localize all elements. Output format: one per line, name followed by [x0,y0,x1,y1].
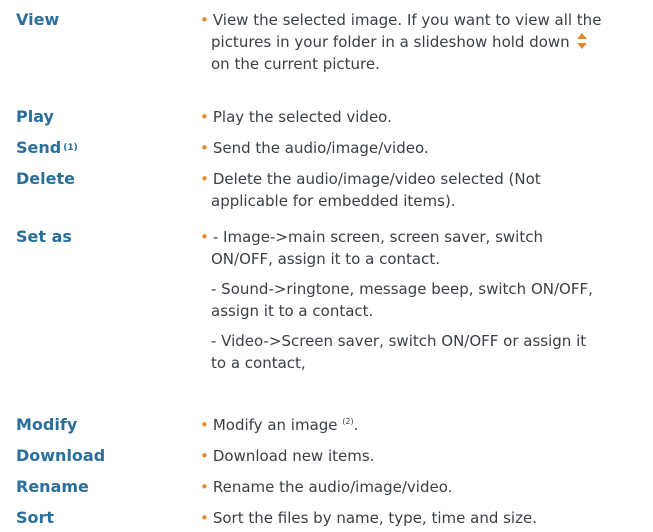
desc-delete: • Delete the audio/image/video selected (… [200,170,541,210]
term-set-as: Set as [16,227,72,246]
desc-rename: • Rename the audio/image/video. [200,478,453,496]
term-send: Send (1) [16,138,78,157]
footnote-ref: (2) [342,417,354,426]
desc-sort: • Sort the files by name, type, time and … [200,509,537,527]
term-rename: Rename [16,477,89,496]
desc-modify: • Modify an image (2). [200,416,359,434]
term-download: Download [16,446,106,465]
desc-set-as: • - Image->main screen, screen saver, swi… [200,228,593,372]
term-view: View [16,10,60,29]
desc-send: • Send the audio/image/video. [200,139,429,157]
term-delete: Delete [16,169,75,188]
desc-view: • View the selected image. If you want to… [200,11,602,73]
footnote-ref: (1) [63,143,78,153]
desc-download: • Download new items. [200,447,375,465]
desc-play: • Play the selected video. [200,108,392,126]
term-sort: Sort [16,508,55,527]
up-down-arrow-icon [577,33,588,49]
bullet: • [200,11,209,29]
term-play: Play [16,107,54,126]
term-modify: Modify [16,415,78,434]
